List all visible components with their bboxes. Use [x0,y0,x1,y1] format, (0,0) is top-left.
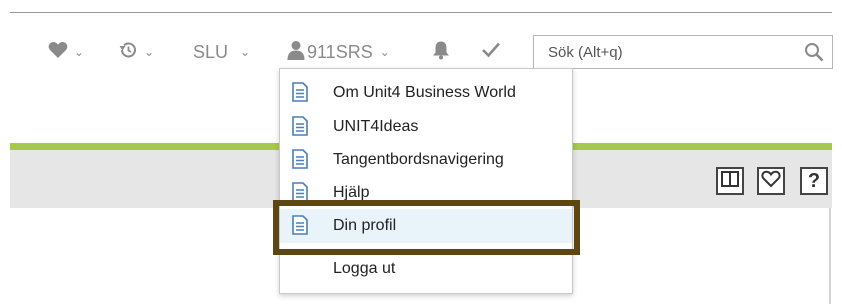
menu-item-profile[interactable]: Din profil [280,209,572,243]
heart-outline-icon [761,170,781,193]
menu-item-label: Hjälp [333,184,370,201]
menu-item-keyboard-navigation[interactable]: Tangentbordsnavigering [280,143,572,177]
help-icon: ? [807,170,821,192]
menu-item-ideas[interactable]: UNIT4Ideas [280,110,572,144]
bell-icon [432,40,450,65]
history-menu[interactable]: ⌄ [118,36,154,68]
menu-item-about[interactable]: Om Unit4 Business World [280,76,572,110]
chevron-down-icon: ⌄ [74,45,85,59]
split-view-button[interactable] [716,167,744,195]
document-icon [292,82,308,107]
menu-item-label: Logga ut [333,260,396,277]
document-icon [292,116,308,141]
checkmark-icon [481,41,501,64]
search-input[interactable] [546,43,790,62]
menu-item-label: Din profil [333,217,397,234]
company-menu[interactable]: SLU ⌄ [193,36,250,68]
favorites-menu[interactable]: ⌄ [48,36,84,68]
notifications-button[interactable] [432,36,450,68]
document-icon [292,149,308,174]
chevron-down-icon: ⌄ [144,45,155,59]
search-icon[interactable] [804,42,824,67]
menu-item-logout[interactable]: Logga ut [280,252,572,286]
content-border [829,208,831,304]
chevron-down-icon: ⌄ [240,45,251,59]
company-label: SLU [193,41,229,62]
menu-item-label: Tangentbordsnavigering [333,151,504,168]
user-dropdown-menu: Om Unit4 Business World UNIT4Ideas Tange… [279,68,573,294]
user-label: 911SRS [307,41,373,62]
search-box[interactable] [533,35,833,69]
menu-item-label: UNIT4Ideas [333,118,419,135]
help-button[interactable]: ? [800,167,828,195]
chevron-down-icon: ⌄ [379,45,390,59]
menu-item-help[interactable]: Hjälp [280,176,572,210]
heart-icon [48,41,68,64]
user-icon [287,40,305,65]
document-icon [292,182,308,207]
tasks-button[interactable] [481,36,501,68]
top-divider [10,12,832,13]
history-icon [118,40,138,65]
menu-item-label: Om Unit4 Business World [333,84,516,101]
split-view-icon [721,170,739,192]
add-favorite-button[interactable] [757,167,785,195]
document-icon [292,215,308,240]
user-menu-toggle[interactable]: 911SRS ⌄ [287,36,390,68]
